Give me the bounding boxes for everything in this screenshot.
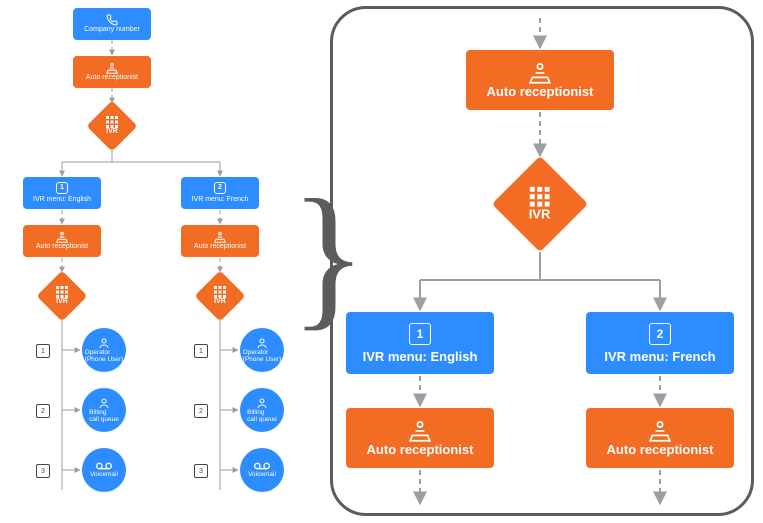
- node-label: Company number: [84, 26, 140, 34]
- node-ivr-menu-french: 2 IVR menu: French: [181, 177, 259, 209]
- keypad-icon: [106, 116, 118, 128]
- node-label: IVR menu: English: [363, 349, 478, 364]
- node-operator: Operator (Phone User): [82, 328, 126, 372]
- node-label: Auto receptionist: [194, 243, 246, 251]
- node-auto-receptionist-fr: Auto receptionist: [181, 225, 259, 257]
- key-badge: 1: [56, 182, 68, 194]
- receptionist-desk-icon: [407, 420, 433, 442]
- node-label: Auto receptionist: [36, 243, 88, 251]
- node-ivr-menu-english-lg: 1 IVR menu: English: [346, 312, 494, 374]
- person-icon: [98, 397, 110, 409]
- node-label: Operator (Phone User): [243, 349, 282, 364]
- key-badge: 3: [36, 464, 50, 478]
- key-badge: 1: [194, 344, 208, 358]
- node-ivr-en: IVR: [37, 271, 88, 322]
- node-label: Voicemail: [90, 471, 118, 478]
- node-ivr: IVR: [87, 101, 138, 152]
- node-voicemail: Voicemail: [240, 448, 284, 492]
- keypad-icon: [214, 286, 226, 298]
- node-ivr-fr: IVR: [195, 271, 246, 322]
- receptionist-desk-icon: [105, 62, 119, 74]
- node-voicemail: Voicemail: [82, 448, 126, 492]
- voicemail-icon: [254, 461, 270, 471]
- node-label: IVR: [214, 298, 226, 306]
- receptionist-desk-icon: [55, 231, 69, 243]
- node-label: IVR menu: French: [604, 349, 715, 364]
- node-auto-receptionist-lg: Auto receptionist: [466, 50, 614, 110]
- voicemail-icon: [96, 461, 112, 471]
- node-auto-receptionist-fr-lg: Auto receptionist: [586, 408, 734, 468]
- node-label: IVR menu: French: [192, 196, 249, 204]
- node-label: IVR: [56, 298, 68, 306]
- receptionist-desk-icon: [213, 231, 227, 243]
- node-label: Voicemail: [248, 471, 276, 478]
- person-icon: [98, 337, 110, 349]
- receptionist-desk-icon: [527, 62, 553, 84]
- key-badge: 3: [194, 464, 208, 478]
- keypad-icon: [56, 286, 68, 298]
- node-label: Auto receptionist: [487, 84, 594, 99]
- node-label: Auto receptionist: [86, 74, 138, 82]
- key-badge: 1: [36, 344, 50, 358]
- node-label: IVR menu: English: [33, 196, 91, 204]
- node-label: IVR: [529, 206, 551, 221]
- node-company-number: Company number: [73, 8, 151, 40]
- node-ivr-menu-english: 1 IVR menu: English: [23, 177, 101, 209]
- node-ivr-menu-french-lg: 2 IVR menu: French: [586, 312, 734, 374]
- node-label: Auto receptionist: [607, 442, 714, 457]
- key-badge: 2: [194, 404, 208, 418]
- node-label: Billing call queue: [247, 409, 277, 424]
- node-label: Auto receptionist: [367, 442, 474, 457]
- node-label: Operator (Phone User): [85, 349, 124, 364]
- node-billing-queue: Billing call queue: [82, 388, 126, 432]
- node-billing-queue: Billing call queue: [240, 388, 284, 432]
- node-label: IVR: [106, 128, 118, 136]
- phone-icon: [106, 14, 118, 26]
- node-label: Billing call queue: [89, 409, 119, 424]
- receptionist-desk-icon: [647, 420, 673, 442]
- key-badge: 1: [409, 323, 431, 345]
- key-badge: 2: [214, 182, 226, 194]
- node-operator: Operator (Phone User): [240, 328, 284, 372]
- node-auto-receptionist-en: Auto receptionist: [23, 225, 101, 257]
- node-auto-receptionist-en-lg: Auto receptionist: [346, 408, 494, 468]
- person-icon: [256, 397, 268, 409]
- person-icon: [256, 337, 268, 349]
- key-badge: 2: [36, 404, 50, 418]
- keypad-icon: [530, 186, 550, 206]
- node-auto-receptionist: Auto receptionist: [73, 56, 151, 88]
- key-badge: 2: [649, 323, 671, 345]
